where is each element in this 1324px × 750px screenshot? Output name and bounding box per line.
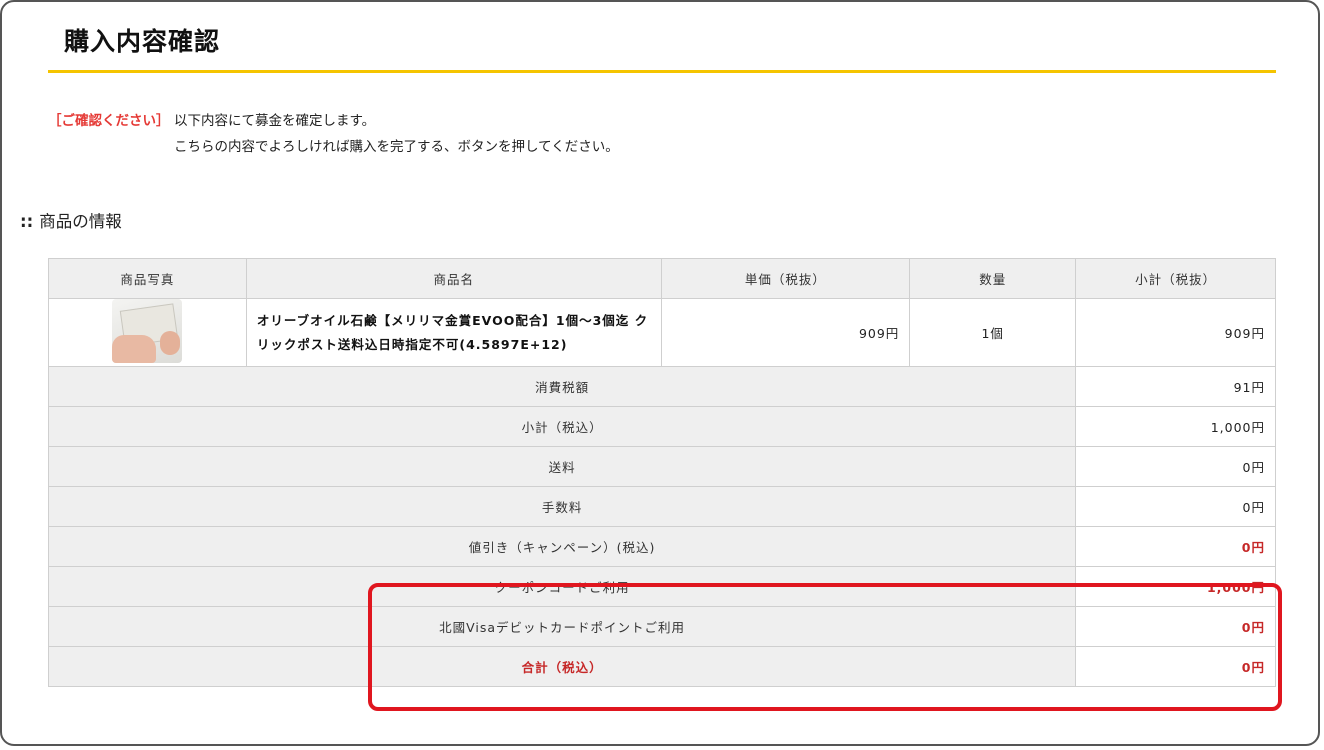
summary-row-shipping: 送料 0円 xyxy=(47,446,1276,487)
summary-value: 0円 xyxy=(1075,486,1276,527)
section-dots-icon: :: xyxy=(20,212,34,231)
summary-label-total: 合計（税込） xyxy=(47,646,1077,687)
product-quantity: 1個 xyxy=(909,298,1077,367)
confirmation-notice: ［ご確認ください］ 以下内容にて募金を確定します。 こちらの内容でよろしければ購入… xyxy=(48,108,619,160)
summary-row-coupon: クーポンコードご利用 1,000円 xyxy=(47,566,1276,607)
table-header-row: 商品写真 商品名 単価（税抜） 数量 小計（税抜） xyxy=(48,258,1276,299)
notice-line-2: こちらの内容でよろしければ購入を完了する、ボタンを押してください。 xyxy=(174,139,619,155)
product-photo-cell xyxy=(48,298,247,367)
summary-row-tax: 消費税額 91円 xyxy=(47,366,1276,407)
header-price: 単価（税抜） xyxy=(660,258,911,299)
summary-row-total: 合計（税込） 0円 xyxy=(47,646,1276,687)
summary-label: 送料 xyxy=(47,446,1077,487)
product-price: 909円 xyxy=(660,298,911,367)
header-name: 商品名 xyxy=(245,258,662,299)
product-subtotal: 909円 xyxy=(1075,298,1276,367)
hand-shape xyxy=(112,335,157,363)
summary-value-total: 0円 xyxy=(1075,646,1276,687)
summary-value: 0円 xyxy=(1075,606,1276,647)
summary-label: 手数料 xyxy=(47,486,1077,527)
page-title: 購入内容確認 xyxy=(64,27,221,56)
summary-value: 0円 xyxy=(1075,446,1276,487)
header-photo: 商品写真 xyxy=(48,258,247,299)
header-subtotal: 小計（税抜） xyxy=(1075,258,1276,299)
summary-label: クーポンコードご利用 xyxy=(47,566,1077,607)
notice-tag: ［ご確認ください］ xyxy=(48,113,170,129)
product-row: オリーブオイル石鹸【メリリマ金賞EVOO配合】1個～3個迄 クリックポスト送料込… xyxy=(48,298,1276,367)
summary-label: 消費税額 xyxy=(47,366,1077,407)
summary-row-fee: 手数料 0円 xyxy=(47,486,1276,527)
summary-label: 小計（税込） xyxy=(47,406,1077,447)
summary-row-campaign-discount: 値引き（キャンペーン）(税込) 0円 xyxy=(47,526,1276,567)
product-name: オリーブオイル石鹸【メリリマ金賞EVOO配合】1個～3個迄 クリックポスト送料込… xyxy=(256,312,649,352)
summary-row-subtotal-incl-tax: 小計（税込） 1,000円 xyxy=(47,406,1276,447)
summary-value: 0円 xyxy=(1075,526,1276,567)
summary-value: 91円 xyxy=(1075,366,1276,407)
hand-shape-2 xyxy=(160,331,181,355)
notice-line-1: 以下内容にて募金を確定します。 xyxy=(174,113,376,129)
product-photo[interactable] xyxy=(112,299,183,363)
order-table: 商品写真 商品名 単価（税抜） 数量 小計（税抜） オリーブオイル石鹸【メリリマ… xyxy=(47,258,1276,687)
section-title: 商品の情報 xyxy=(39,212,122,231)
summary-row-debit-points: 北國Visaデビットカードポイントご利用 0円 xyxy=(47,606,1276,647)
title-divider xyxy=(48,70,1276,73)
summary-value: 1,000円 xyxy=(1075,566,1276,607)
summary-label: 北國Visaデビットカードポイントご利用 xyxy=(47,606,1077,647)
summary-label: 値引き（キャンペーン）(税込) xyxy=(47,526,1077,567)
product-name-cell: オリーブオイル石鹸【メリリマ金賞EVOO配合】1個～3個迄 クリックポスト送料込… xyxy=(245,298,662,367)
section-heading: :: 商品の情報 xyxy=(20,208,122,232)
summary-value: 1,000円 xyxy=(1075,406,1276,447)
header-quantity: 数量 xyxy=(909,258,1077,299)
